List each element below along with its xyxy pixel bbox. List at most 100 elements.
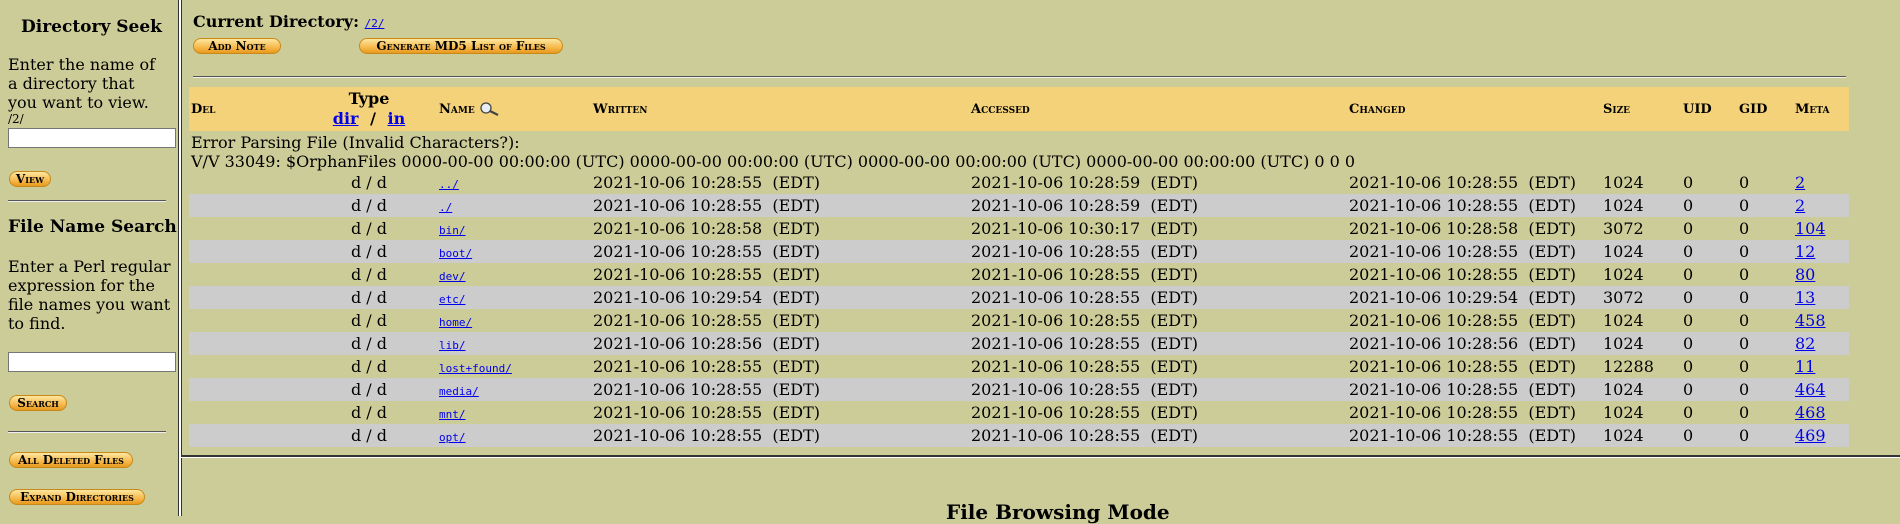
add-note-button[interactable]: Add Note [193,38,281,54]
error-row: Error Parsing File (Invalid Characters?)… [189,131,1849,152]
table-row: d / d lost+found/2021-10-06 10:28:55 (EDT… [189,355,1849,378]
sidebar-divider [8,431,166,433]
all-deleted-files-button[interactable]: All Deleted Files [9,452,133,468]
cell-name: ./ [437,194,591,217]
cell-del [189,286,301,309]
table-row: d / d home/2021-10-06 10:28:55 (EDT) 2021-… [189,309,1849,332]
cell-del [189,378,301,401]
cell-type: d / d [301,286,437,309]
cell-meta: 2 [1793,194,1849,217]
table-row: d / d etc/2021-10-06 10:29:54 (EDT) 2021-1… [189,286,1849,309]
cell-changed: 2021-10-06 10:28:55 (EDT) [1347,194,1601,217]
meta-link[interactable]: 469 [1795,426,1826,445]
meta-link[interactable]: 13 [1795,288,1815,307]
expand-directories-button[interactable]: Expand Directories [9,489,145,505]
cell-accessed: 2021-10-06 10:28:59 (EDT) [971,173,1199,192]
cell-type: d / d [350,265,388,284]
table-header-row: Del Type dir / in Name Written Accessed … [189,87,1849,131]
file-name-link[interactable]: ../ [439,178,459,191]
cell-accessed: 2021-10-06 10:28:55 (EDT) [971,403,1199,422]
cell-meta: 13 [1793,286,1849,309]
cell-meta: 12 [1793,240,1849,263]
file-name-link[interactable]: lost+found/ [439,362,512,375]
cell-name: media/ [437,378,591,401]
cell-accessed: 2021-10-06 10:30:17 (EDT) [971,219,1199,238]
cell-size: 1024 [1603,173,1644,192]
file-name-link[interactable]: ./ [439,201,452,214]
meta-link[interactable]: 11 [1795,357,1815,376]
cell-changed: 2021-10-06 10:28:55 (EDT) [1349,173,1577,192]
directory-input[interactable] [8,128,176,148]
meta-link[interactable]: 468 [1795,403,1826,422]
file-search-title: File Name Search [8,217,177,237]
cell-meta: 104 [1793,217,1849,240]
meta-link[interactable]: 12 [1795,242,1815,261]
type-dir-link[interactable]: dir [333,109,359,128]
search-button[interactable]: Search [9,395,67,411]
col-accessed: Accessed [969,87,1347,131]
cell-accessed: 2021-10-06 10:28:55 (EDT) [969,332,1347,355]
cell-name: bin/ [437,217,591,240]
cell-gid: 0 [1739,219,1750,238]
meta-link[interactable]: 464 [1795,380,1826,399]
cell-name: dev/ [437,263,591,286]
cell-accessed: 2021-10-06 10:28:55 (EDT) [971,265,1199,284]
magnifier-icon[interactable] [479,102,501,116]
file-name-link[interactable]: dev/ [439,270,466,283]
file-name-link[interactable]: home/ [439,316,472,329]
cell-name: ../ [437,171,591,194]
cell-accessed: 2021-10-06 10:28:55 (EDT) [969,378,1347,401]
file-name-link[interactable]: opt/ [439,431,466,444]
cell-written: 2021-10-06 10:28:55 (EDT) [593,265,821,284]
file-name-link[interactable]: mnt/ [439,408,466,421]
cell-changed: 2021-10-06 10:28:55 (EDT) [1349,357,1577,376]
generate-md5-button[interactable]: Generate MD5 List of Files [359,38,563,54]
table-row: d / d ../ 2021-10-06 10:28:55 (EDT) 2021-10… [189,171,1849,194]
meta-link[interactable]: 458 [1795,311,1826,330]
cell-name: boot/ [437,240,591,263]
cell-uid: 0 [1681,240,1737,263]
cell-type: d / d [350,357,388,376]
cell-written: 2021-10-06 10:28:58 (EDT) [593,219,821,238]
sidebar-divider [8,200,166,202]
col-written: Written [591,87,969,131]
col-name-label: Name [439,101,475,117]
cell-type: d / d [350,219,388,238]
meta-link[interactable]: 104 [1795,219,1826,238]
file-search-text: Enter a Perl regular expression for the … [8,257,171,333]
file-name-input[interactable] [8,352,176,372]
cell-written: 2021-10-06 10:28:55 (EDT) [591,378,969,401]
cell-size: 1024 [1601,194,1681,217]
file-name-link[interactable]: media/ [439,385,479,398]
current-directory-link[interactable]: /2/ [365,17,385,30]
cell-gid: 0 [1737,332,1793,355]
cell-meta: 464 [1793,378,1849,401]
meta-link[interactable]: 82 [1795,334,1815,353]
cell-uid: 0 [1681,286,1737,309]
type-in-link[interactable]: in [387,109,405,128]
cell-meta: 11 [1793,355,1849,378]
table-row: d / d dev/2021-10-06 10:28:55 (EDT) 2021-1… [189,263,1849,286]
cell-gid: 0 [1739,403,1750,422]
col-type: Type dir / in [301,87,437,131]
cell-written: 2021-10-06 10:28:56 (EDT) [591,332,969,355]
meta-link[interactable]: 80 [1795,265,1815,284]
cell-uid: 0 [1681,424,1737,447]
col-name: Name [437,87,591,131]
cell-uid: 0 [1681,332,1737,355]
view-button[interactable]: View [9,171,51,187]
file-name-link[interactable]: bin/ [439,224,466,237]
cell-name: lost+found/ [437,355,591,378]
meta-link[interactable]: 2 [1795,173,1805,192]
file-name-link[interactable]: boot/ [439,247,472,260]
meta-link[interactable]: 2 [1795,196,1805,215]
cell-type: d / d [350,403,388,422]
cell-type: d / d [301,378,437,401]
cell-uid: 0 [1681,378,1737,401]
file-name-link[interactable]: etc/ [439,293,466,306]
cell-size: 1024 [1603,311,1644,330]
cell-del [189,424,301,447]
cell-del [189,332,301,355]
cell-type: d / d [301,194,437,217]
file-name-link[interactable]: lib/ [439,339,466,352]
